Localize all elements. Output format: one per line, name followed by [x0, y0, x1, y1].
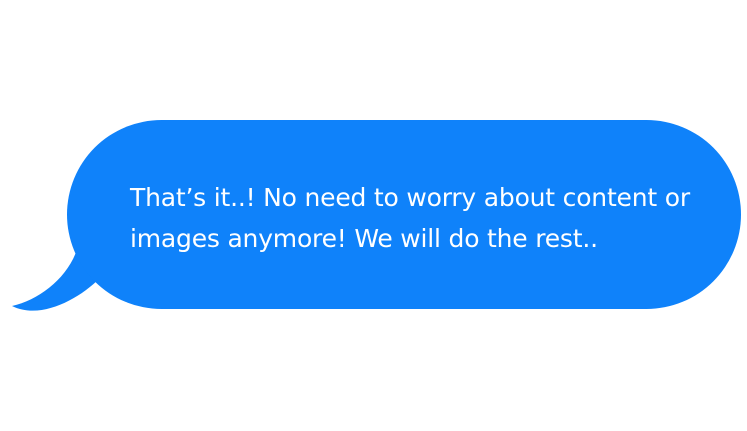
message-line-1: That’s it..! No need to worry about cont…	[130, 183, 690, 212]
chat-canvas: That’s it..! No need to worry about cont…	[0, 0, 747, 431]
message-text: That’s it..! No need to worry about cont…	[130, 177, 710, 259]
message-line-2: images anymore! We will do the rest..	[130, 224, 598, 253]
